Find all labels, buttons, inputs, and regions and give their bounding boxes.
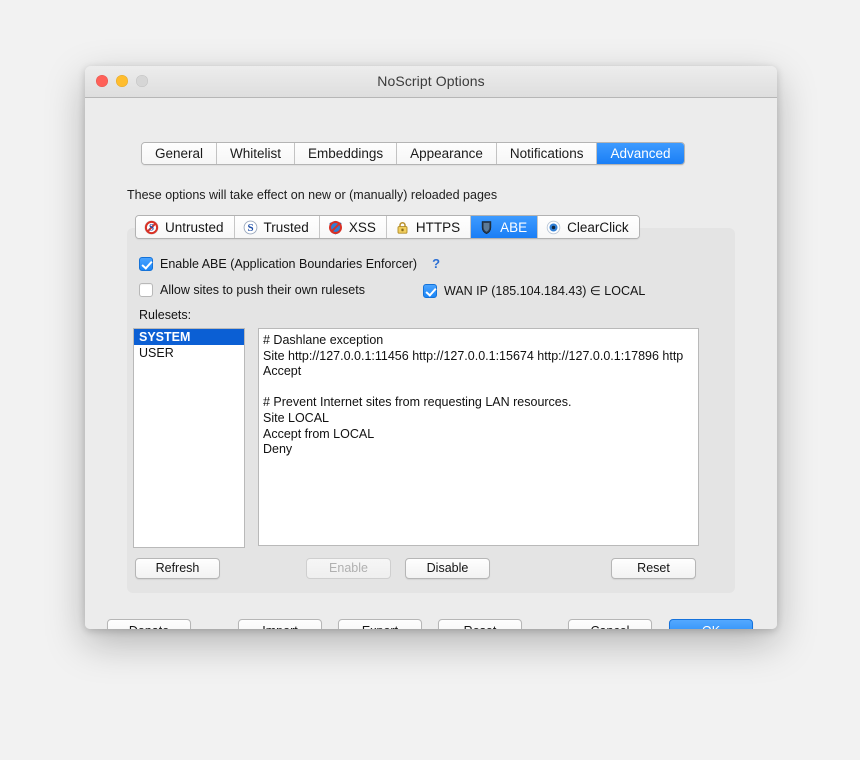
import-button[interactable]: Import (238, 619, 322, 629)
export-button[interactable]: Export (338, 619, 422, 629)
noscript-options-window: NoScript Options General Whitelist Embed… (85, 66, 777, 629)
reset-button[interactable]: Reset (438, 619, 522, 629)
window-title: NoScript Options (377, 73, 485, 89)
donate-button[interactable]: Donate (107, 619, 191, 629)
window-body: General Whitelist Embeddings Appearance … (85, 98, 777, 629)
cancel-button[interactable]: Cancel (568, 619, 652, 629)
ok-button[interactable]: OK (669, 619, 753, 629)
dialog-button-bar: Donate Import Export Reset Cancel OK (85, 98, 777, 629)
window-titlebar: NoScript Options (85, 66, 777, 98)
